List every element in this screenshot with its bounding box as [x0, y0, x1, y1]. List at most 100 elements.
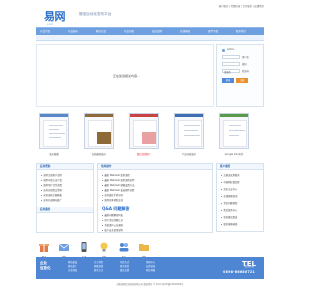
thumb-line [229, 125, 241, 126]
list-item[interactable]: 如何在线提交资料 [41, 188, 62, 192]
thumb-line [49, 137, 61, 138]
thumb-caption-3: 微信营销推广 [136, 153, 152, 156]
footer-col-1: 网站建设 网站推广 企业邮局 [68, 261, 77, 273]
thumb-2[interactable] [84, 113, 114, 149]
list-item[interactable]: 联系客服热线 [221, 222, 237, 226]
footer-link[interactable]: 联系方式 [94, 269, 103, 273]
qa-panel-title: Q&A 问题解答 [102, 206, 130, 211]
thumb-5[interactable] [219, 113, 249, 149]
thumb-1[interactable] [39, 113, 69, 149]
group-icon[interactable] [118, 241, 130, 253]
thumb-caption-5: Google Doc协作 [224, 153, 244, 156]
tel-number: 0898-66680721 [223, 270, 255, 274]
logo-text: 易网 [44, 10, 66, 23]
thumb-titlebar [85, 114, 113, 117]
password-label: 密码 [242, 63, 247, 66]
top-links[interactable]: 客户服务 | 付费指南 | 合作联系 | 加盟我们 [219, 4, 264, 8]
footer-link[interactable]: 网站地图 [146, 269, 155, 273]
folder-icon[interactable] [138, 241, 150, 253]
user-icon [222, 49, 225, 52]
thumb-line [229, 130, 245, 131]
operations-panel-title: 常用操作 [98, 164, 212, 170]
thumb-caption-4: 产品功能演示 [181, 153, 197, 156]
list-item[interactable]: 账户安全使用说明 [102, 228, 123, 232]
thumb-titlebar [40, 114, 68, 117]
footer-col-3: 付款方式 服务条款 建议反馈 [120, 261, 129, 273]
footer: 企业 信息化 网站建设 网站推广 企业邮局 关于我们 网络营销 联系方式 付款方… [36, 257, 264, 279]
support-panel-title: 应用服务 [37, 207, 93, 213]
operations-panel: 常用操作 最新 Webmail 使用流程 最新 Webmail 使用流程说明 最… [97, 163, 213, 233]
password-field[interactable] [222, 62, 240, 66]
list-item[interactable]: 如何开通网站推广 [41, 198, 62, 202]
thumb-line [49, 133, 65, 134]
thumb-titlebar [130, 114, 158, 117]
thumb-line [184, 135, 200, 136]
list-item[interactable]: 推荐用户合作流程 [41, 183, 62, 187]
thumb-line [184, 125, 200, 126]
thumb-line [49, 125, 63, 126]
mail-icon[interactable] [58, 241, 70, 253]
footer-link[interactable]: 企业邮局 [68, 269, 77, 273]
thumb-caption-1: 演示截图 [49, 153, 59, 156]
help-panel-title: 应用帮助 [37, 164, 93, 170]
slogan: 微信自动化发布平台 [79, 12, 112, 16]
type-select[interactable]: 请选择 [222, 69, 240, 74]
help-panel: 应用帮助 推荐注册用户说明 推荐申请方法介绍 推荐用户合作流程 如何在线提交资料… [36, 163, 94, 233]
thumb-content [133, 120, 157, 147]
service-panel-title: 客户服务 [217, 164, 263, 170]
list-item[interactable]: 推荐更多帮助文档 [102, 198, 123, 202]
thumb-content [178, 120, 202, 147]
phone-icon[interactable] [78, 241, 90, 253]
login-button[interactable]: 登录 [222, 78, 234, 83]
footer-brand: 企业 信息化 [40, 261, 51, 271]
thumb-caption-2: 在线编辑演示 [91, 153, 107, 156]
list-item[interactable]: 在线客服咨询 [221, 194, 237, 198]
thumb-line [49, 129, 59, 130]
list-item[interactable]: 最新问题解答列表 [102, 213, 123, 217]
list-item[interactable]: 注册送实用服务 [221, 173, 240, 177]
banner: 正在加载相关内容... [36, 44, 214, 107]
tel-sub: 服务热线 [244, 265, 254, 268]
list-item[interactable]: 推荐申请方法介绍 [41, 178, 62, 182]
list-item[interactable]: 中国网民微信群 [221, 180, 240, 184]
thumb-image [97, 132, 111, 144]
list-item[interactable]: 投诉建议渠道 [221, 215, 237, 219]
type-select-value: 请选择 [224, 71, 231, 74]
code-label: 验证码 [242, 70, 249, 73]
list-item[interactable]: 最新 Webmail 发送邮件流程 [102, 188, 134, 192]
thumb-titlebar [220, 114, 248, 117]
list-item[interactable]: 推荐注册用户说明 [41, 173, 62, 177]
list-item[interactable]: 最新 Webmail 使用流程 [102, 173, 130, 177]
login-panel: admin 用户名 密码 请选择 验证码 登录 注册 [216, 44, 264, 107]
list-item[interactable]: 用户常见问题汇总 [102, 218, 123, 222]
thumb-content [43, 120, 67, 147]
thumb-titlebar [175, 114, 203, 117]
footer-brand-line2: 信息化 [40, 266, 51, 270]
screenshot-gallery: 演示截图 在线编辑演示 微信营销推广 产品功能演示 Google Doc协作 [36, 113, 264, 161]
logo[interactable]: 易网 [44, 8, 70, 23]
list-item[interactable]: 最新 Webmail 邮箱设置方法 [102, 183, 134, 187]
list-item[interactable]: 如何绑定手机号码 [102, 193, 123, 197]
thumb-line [229, 135, 239, 136]
footer-link[interactable]: 建议反馈 [120, 269, 129, 273]
bulb-icon[interactable] [98, 241, 110, 253]
list-item[interactable]: 常见问题帮助 [221, 201, 237, 205]
thumb-4[interactable] [174, 113, 204, 149]
main-nav: 产品介绍 产品报价 解决方案 产品功能 成功案例 在线客服 软件下载 联系我们 [36, 27, 264, 35]
register-button[interactable]: 注册 [236, 78, 248, 83]
gift-icon[interactable] [38, 241, 50, 253]
footer-col-4: 帮助中心 友情链接 网站地图 [146, 261, 155, 273]
thumb-content [223, 120, 247, 147]
list-item[interactable]: 最新 Webmail 使用流程说明 [102, 178, 134, 182]
thumb-line [184, 130, 198, 131]
footer-col-2: 关于我们 网络营销 联系方式 [94, 261, 103, 273]
list-item[interactable]: 售后服务中心 [221, 208, 237, 212]
username-field[interactable] [222, 55, 240, 59]
list-item[interactable]: 实名认证中心 [221, 187, 237, 191]
copyright: 海南易网信息科技有限公司 版权所有 © 2012 琼ICP备12000000号 [116, 283, 184, 286]
username-label: 用户名 [242, 56, 249, 59]
list-item[interactable]: 系统维护公告通知 [102, 223, 123, 227]
thumb-3[interactable] [129, 113, 159, 149]
service-panel: 客户服务 注册送实用服务 中国网民微信群 实名认证中心 在线客服咨询 常见问题帮… [216, 163, 264, 232]
list-item[interactable]: 如何选择主题模板 [41, 193, 62, 197]
